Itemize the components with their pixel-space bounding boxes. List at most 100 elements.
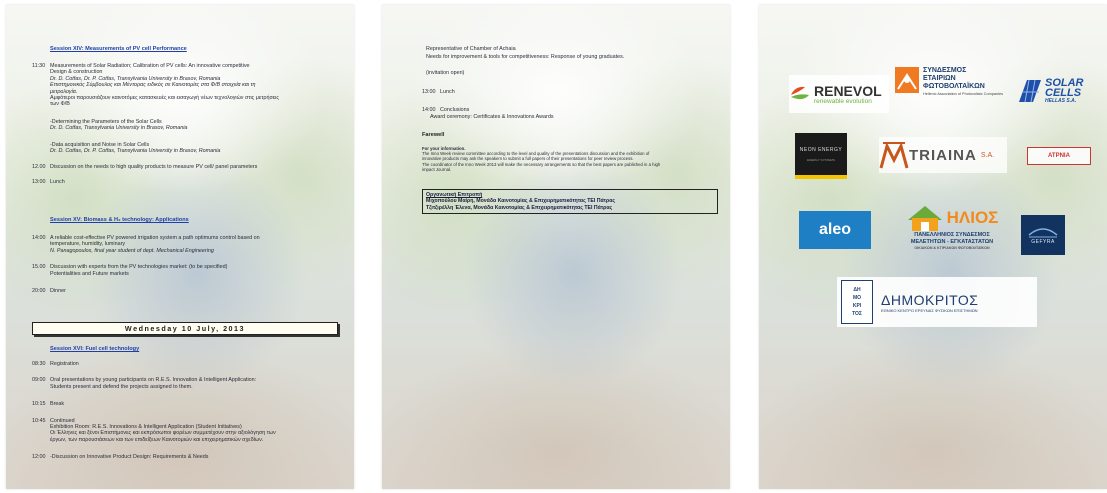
ilios-sub: ΟΙΚΙΑΚΩΝ & ΚΤΙΡΙΑΚΩΝ ΦΩΤΟΒΟΛΤΑΪΚΩΝ xyxy=(914,246,990,251)
schedule-time: 12:00 xyxy=(32,454,46,461)
schedule-item: 08:30 Registration xyxy=(32,361,336,367)
cells-word: CELLS xyxy=(1045,86,1082,99)
dimokritos-mark-line: ΚΡΙ xyxy=(852,303,862,309)
renevol-logo: RENEVOL renewable evolution xyxy=(789,75,889,113)
schedule-body: Continued Exhibition Room: R.E.S. Innovat… xyxy=(50,418,336,444)
aleo-name: aleo xyxy=(818,221,851,238)
lunch-label: Lunch xyxy=(440,89,455,95)
organizing-committee-box: Οργανωτική Επιτροπή Μιχοπούλου Μαίρη, Μο… xyxy=(422,189,718,215)
ilios-logo: ΗΛΙΟΣ ΠΑΝΕΛΛΗΝΙΟΣ ΣΥΝΔΕΣΜΟΣ ΜΕΛΕΤΗΤΩΝ - … xyxy=(889,193,1015,263)
committee-member: Τζιτζιρέλλη Έλενα, Μονάδα Καινοτομίας & … xyxy=(426,204,613,211)
schedule-line: έργων, των παρουσιάσεων και των επιδείξε… xyxy=(50,436,264,443)
schedule-line: Registration xyxy=(50,361,79,367)
schedule-line: Students present and defend the projects… xyxy=(50,383,193,390)
triaina-logo: TRIAINA S.A. xyxy=(879,137,1007,173)
gefyra-name: GEFYRA xyxy=(1031,239,1055,245)
page-1-content: Session XIV: Measurements of PV cell Per… xyxy=(6,5,354,489)
schedule-item: 09:00 Oral presentations by young partici… xyxy=(32,377,336,390)
schedule-item: -Determining the Parameters of the Solar… xyxy=(32,119,336,132)
schedule-item: 10:45 Continued Exhibition Room: R.E.S. In… xyxy=(32,418,336,444)
schedule-time xyxy=(32,119,50,132)
ilios-name: ΗΛΙΟΣ xyxy=(946,208,999,228)
atrnia-name: ATPNIA xyxy=(1048,153,1070,159)
solar-panel-icon xyxy=(1019,79,1041,103)
schedule-body: Dinner xyxy=(50,288,336,294)
schedule-line: Dr. D. Cotfas, Dr. P. Cotfas, Transylvan… xyxy=(50,148,221,154)
info-line: impact Journal. xyxy=(422,166,452,172)
syndesmos-line: ΦΩΤΟΒΟΛΤΑΪΚΩΝ xyxy=(923,83,985,90)
conclusions-label: Conclusions xyxy=(440,107,470,113)
triaina-name: TRIAINA xyxy=(909,146,977,164)
schedule-body: Discussion on the needs to high quality … xyxy=(50,164,336,170)
program-page-2: Representative of Chamber of Achaia Need… xyxy=(382,5,730,489)
dimokritos-mark-line: ΜΟ xyxy=(852,295,862,301)
syndesmos-english: Hellenic Association of Photovoltaic Com… xyxy=(923,92,1003,96)
gefyra-bridge-icon xyxy=(1028,228,1058,238)
schedule-time: 09:00 xyxy=(32,377,46,384)
dimokritos-name: ΔΗΜΟΚΡΙΤΟΣ xyxy=(881,291,979,308)
neon-sub: ENERGY SYSTEMS xyxy=(807,157,835,162)
schedule-body: Measurements of Solar Radiation; Calibra… xyxy=(50,63,336,108)
ilios-house-icon xyxy=(907,206,942,232)
ilios-line: ΠΑΝΕΛΛΗΝΙΟΣ ΣΥΝΔΕΣΜΟΣ xyxy=(914,232,990,239)
info-block: For your information. The Inno Week revi… xyxy=(422,146,712,172)
schedule-time: 11:30 xyxy=(32,63,46,69)
syndesmos-line: ΣΥΝΔΕΣΜΟΣ xyxy=(923,67,967,74)
schedule-item: 14:00 A reliable cost-effective PV powere… xyxy=(32,235,336,254)
schedule-line: N. Panagopoulos, final year student of d… xyxy=(50,247,214,254)
schedule-body: Break xyxy=(50,401,336,407)
schedule-body: -Data acquisition and Noise in Solar Cel… xyxy=(50,142,336,155)
lunch-time: 13:00 xyxy=(422,89,436,95)
solar-cells-logo: SOLAR CELLS HELLAS S.A. xyxy=(1017,71,1097,111)
schedule-item: 10:15 Break xyxy=(32,401,336,407)
schedule-body: Lunch xyxy=(50,179,336,185)
schedule-item: 13:00 Lunch xyxy=(32,179,336,185)
schedule-item: 12.00 Discussion on the needs to high qua… xyxy=(32,164,336,170)
schedule-line: των Φ/Β xyxy=(50,101,70,108)
award-line: Award ceremony: Certificates & Innovatio… xyxy=(430,114,554,120)
schedule-body: A reliable cost-effective PV powered irr… xyxy=(50,235,336,254)
schedule-item: 12:00 -Discussion on Innovative Product D… xyxy=(32,454,336,460)
syndesmos-logo: ΣΥΝΔΕΣΜΟΣ ΕΤΑΙΡΙΩΝ ΦΩΤΟΒΟΛΤΑΪΚΩΝ Helleni… xyxy=(895,67,1013,115)
page-2-content: Representative of Chamber of Achaia Need… xyxy=(382,5,730,489)
session-14-title: Session XIV: Measurements of PV cell Per… xyxy=(50,46,187,52)
schedule-item: 11:30 Measurements of Solar Radiation; Ca… xyxy=(32,63,336,108)
conclusions-time: 14:00 xyxy=(422,107,436,113)
schedule-time: 12.00 xyxy=(32,164,46,171)
schedule-time: 10:45 xyxy=(32,417,46,424)
neon-name: NEON ENERGY xyxy=(799,146,843,153)
schedule-time: 08:30 xyxy=(32,361,46,367)
triaina-trident-icon xyxy=(879,141,909,169)
renevol-name: RENEVOL xyxy=(814,82,882,99)
schedule-time: 20:00 xyxy=(32,288,46,294)
schedule-item: -Data acquisition and Noise in Solar Cel… xyxy=(32,142,336,155)
schedule-line: -Discussion on Innovative Product Design… xyxy=(50,454,209,461)
schedule-line: Discussion on the needs to high quality … xyxy=(50,164,258,171)
lunch-item: 13:00 Lunch xyxy=(422,89,455,95)
renevol-tagline: renewable evolution xyxy=(814,97,872,105)
schedule-line: Lunch xyxy=(50,178,65,185)
conclusions-item: 14:00 Conclusions xyxy=(422,107,469,113)
session-16-title: Session XVI: Fuel cell technology xyxy=(50,346,140,352)
atrnia-logo: ATPNIA xyxy=(1027,147,1091,165)
dimokritos-mark-line: ΔΗ xyxy=(853,287,861,293)
schedule-body: -Discussion on Innovative Product Design… xyxy=(50,454,336,460)
schedule-item: 15.00 Discussion with experts from the PV… xyxy=(32,264,336,277)
dimokritos-logo: ΔΗ ΜΟ ΚΡΙ ΤΟΣ ΔΗΜΟΚΡΙΤΟΣ ΕΘΝΙΚΟ ΚΕΝΤΡΟ Ε… xyxy=(837,277,1037,327)
schedule-time: 15.00 xyxy=(32,264,46,271)
schedule-body: -Determining the Parameters of the Solar… xyxy=(50,119,336,132)
dimokritos-sub: ΕΘΝΙΚΟ ΚΕΝΤΡΟ ΕΡΕΥΝΑΣ ΦΥΣΙΚΩΝ ΕΠΙΣΤΗΜΩΝ xyxy=(881,307,978,313)
representative-line: Representative of Chamber of Achaia xyxy=(426,46,516,52)
renevol-leaf-icon xyxy=(791,86,809,100)
dimokritos-mark-line: ΤΟΣ xyxy=(852,311,862,317)
schedule-time: 14:00 xyxy=(32,235,46,241)
triaina-sa: S.A. xyxy=(980,151,995,159)
schedule-body: Discussion with experts from the PV tech… xyxy=(50,264,336,277)
schedule-body: Oral presentations by young participants… xyxy=(50,377,336,390)
farewell-heading: Farewell xyxy=(422,132,445,138)
schedule-line: Potentialities and Future markets xyxy=(50,270,129,277)
schedule-time: 13:00 xyxy=(32,178,46,185)
solar-sub: HELLAS S.A. xyxy=(1045,97,1077,104)
gefyra-logo: GEFYRA xyxy=(1021,215,1065,255)
schedule-time: 10:15 xyxy=(32,401,46,408)
